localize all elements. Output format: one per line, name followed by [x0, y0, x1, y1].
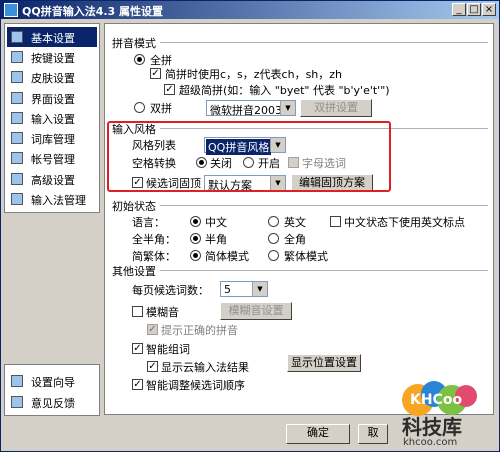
language-label: 语言： [132, 216, 165, 229]
checklist-icon [11, 193, 23, 205]
interface-icon [11, 92, 23, 104]
basic-settings-icon [11, 31, 23, 43]
chinese-label: 中文 [205, 216, 227, 229]
shuangpin-label: 双拼 [150, 102, 172, 115]
brand-name: 科技库 [402, 415, 462, 439]
nav-item-dictionary[interactable]: 词库管理 [7, 128, 97, 148]
wizard-icon [11, 375, 23, 387]
nav-item-interface[interactable]: 界面设置 [7, 88, 97, 108]
settings-nav: 基本设置 按键设置 皮肤设置 界面设置 输入设置 词库管理 帐号管理 高级设置 … [4, 23, 100, 213]
account-icon [11, 152, 23, 164]
half-width-label: 半角 [205, 233, 227, 246]
english-radio[interactable] [268, 216, 279, 227]
section-title-pinyin-mode: 拼音模式 [112, 35, 160, 51]
simplified-radio[interactable] [190, 250, 201, 261]
hint-correct-checkbox[interactable]: ✓ [147, 324, 158, 335]
nav-item-basic[interactable]: 基本设置 [7, 27, 97, 47]
advanced-icon [11, 173, 23, 185]
traditional-label: 繁体模式 [284, 250, 328, 263]
nav-item-account[interactable]: 帐号管理 [7, 148, 97, 168]
super-simple-label: 超级简拼(如：输入 "byet" 代表 "b'y'e't'") [179, 84, 390, 97]
cloud-result-checkbox[interactable]: ✓ [147, 361, 158, 372]
chevron-down-icon[interactable]: ▼ [252, 282, 267, 296]
candidates-per-page-label: 每页候选词数： [132, 284, 209, 297]
width-label: 全半角： [132, 233, 176, 246]
fuzzy-label: 模糊音 [146, 306, 179, 319]
smart-group-checkbox[interactable]: ✓ [132, 343, 143, 354]
minimize-icon[interactable]: _ [452, 3, 466, 16]
maximize-icon[interactable]: □ [467, 3, 481, 16]
position-settings-button[interactable]: 显示位置设置 [287, 354, 361, 372]
hint-correct-label: 提示正确的拼音 [161, 324, 238, 337]
english-punct-label: 中文状态下使用英文标点 [344, 216, 465, 229]
smart-adjust-checkbox[interactable]: ✓ [132, 379, 143, 390]
nav-item-ime-manage[interactable]: 输入法管理 [7, 189, 97, 209]
highlight-box [107, 121, 391, 192]
fuzzy-settings-button[interactable]: 模糊音设置 [220, 302, 292, 320]
window-title: QQ拼音输入法4.3 属性设置 [22, 5, 164, 18]
keyboard-icon [11, 51, 23, 63]
shuangpin-select[interactable]: 微软拼音2003 ▼ [206, 100, 296, 117]
chevron-down-icon[interactable]: ▼ [280, 101, 295, 115]
half-width-radio[interactable] [190, 233, 201, 244]
feedback-icon [11, 396, 23, 408]
dictionary-icon [11, 132, 23, 144]
cloud-result-label: 显示云输入法结果 [161, 361, 249, 374]
cancel-button[interactable]: 取 [358, 424, 388, 444]
section-title-other: 其他设置 [112, 263, 160, 279]
candidates-per-page-select[interactable]: 5 ▼ [220, 281, 268, 297]
nav-item-keys[interactable]: 按键设置 [7, 47, 97, 67]
full-pinyin-radio[interactable] [134, 54, 145, 65]
skin-icon [11, 71, 23, 83]
ok-button[interactable]: 确定 [286, 424, 350, 444]
divider [112, 270, 488, 271]
trad-label: 简繁体： [132, 250, 176, 263]
english-punct-checkbox[interactable] [330, 216, 341, 227]
nav-item-input[interactable]: 输入设置 [7, 108, 97, 128]
smart-adjust-label: 智能调整候选词顺序 [146, 379, 245, 392]
logo-text: KHCoo [410, 392, 463, 408]
traditional-radio[interactable] [268, 250, 279, 261]
app-icon [4, 3, 18, 17]
full-width-label: 全角 [284, 233, 306, 246]
help-nav: 设置向导 意见反馈 [4, 364, 100, 416]
full-width-radio[interactable] [268, 233, 279, 244]
chinese-radio[interactable] [190, 216, 201, 227]
brand-url: khcoo.com [403, 437, 458, 448]
nav-item-skin[interactable]: 皮肤设置 [7, 67, 97, 87]
shuangpin-settings-button[interactable]: 双拼设置 [300, 99, 372, 117]
smart-group-label: 智能组词 [146, 343, 190, 356]
super-simple-checkbox[interactable]: ✓ [164, 84, 175, 95]
fuzzy-checkbox[interactable] [132, 306, 143, 317]
nav-item-wizard[interactable]: 设置向导 [7, 371, 97, 391]
divider [112, 205, 488, 206]
nav-item-feedback[interactable]: 意见反馈 [7, 392, 97, 412]
section-title-initial-state: 初始状态 [112, 198, 160, 214]
close-icon[interactable]: × [482, 3, 496, 16]
english-label: 英文 [284, 216, 306, 229]
simple-full-checkbox[interactable]: ✓ [150, 68, 161, 79]
simple-full-label: 简拼时使用c，s，z代表ch，sh，zh [165, 68, 343, 81]
divider [112, 42, 488, 43]
nav-item-advanced[interactable]: 高级设置 [7, 169, 97, 189]
simplified-label: 简体模式 [205, 250, 249, 263]
shuangpin-radio[interactable] [134, 102, 145, 113]
title-bar: QQ拼音输入法4.3 属性设置 _ □ × [1, 1, 499, 19]
input-icon [11, 112, 23, 124]
